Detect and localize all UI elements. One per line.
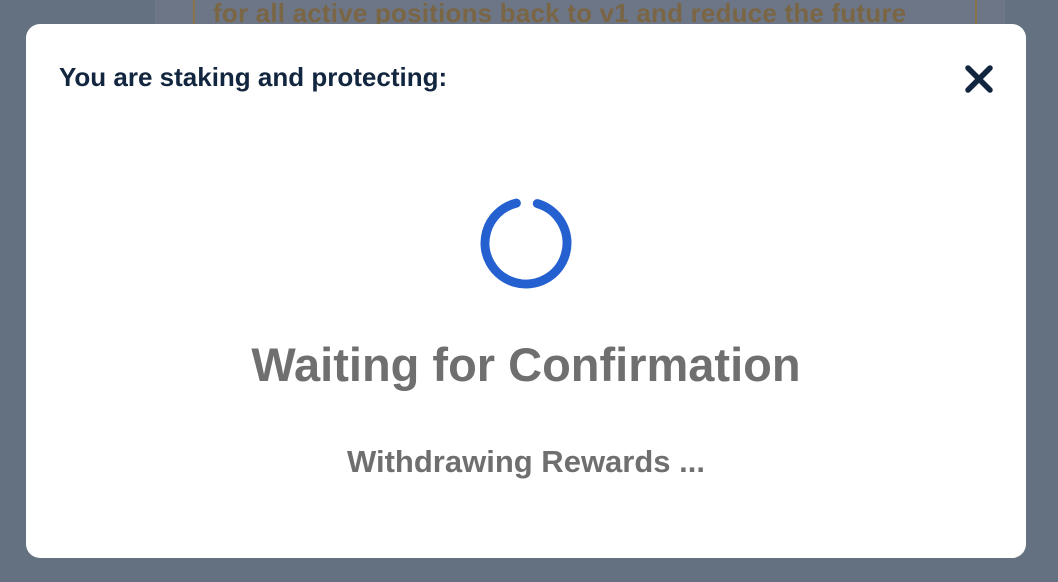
close-icon (965, 65, 993, 93)
confirmation-modal: You are staking and protecting: Waiting … (26, 24, 1026, 558)
modal-title: You are staking and protecting: (59, 62, 448, 92)
close-button[interactable] (958, 58, 1000, 100)
status-subtitle: Withdrawing Rewards ... (347, 444, 705, 479)
loading-spinner-icon (480, 197, 572, 289)
status-title: Waiting for Confirmation (251, 338, 801, 391)
